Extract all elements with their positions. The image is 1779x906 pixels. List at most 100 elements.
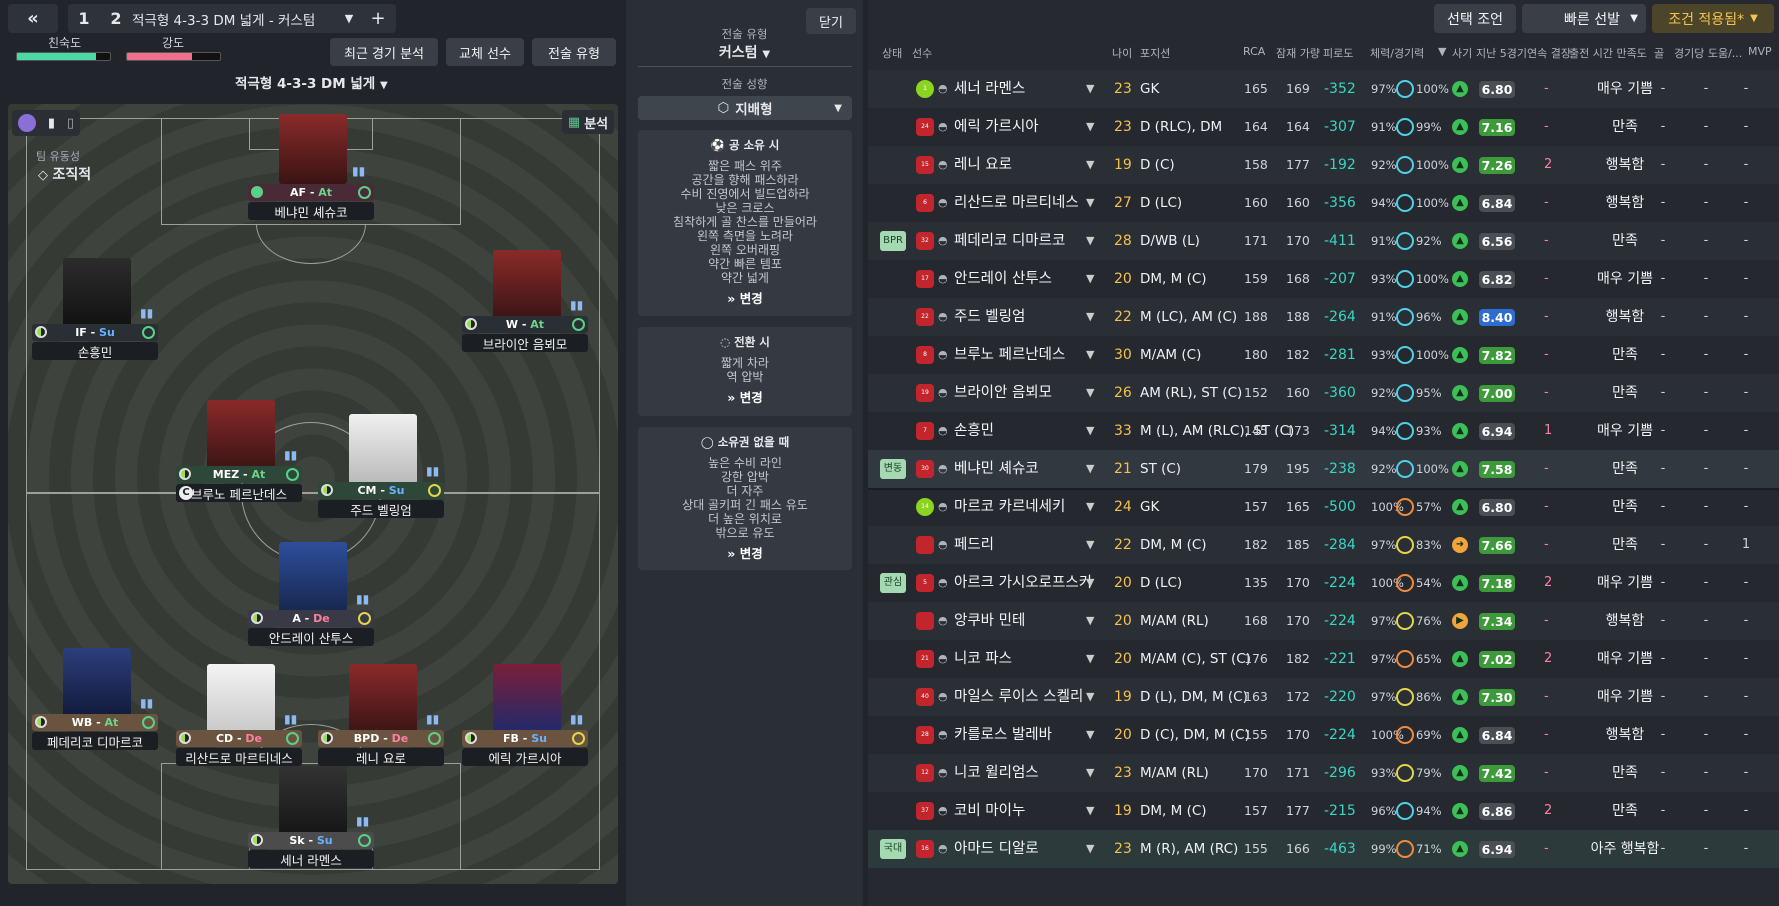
- table-row[interactable]: 28 ◓ 카를로스 발레바 ▼ 20 D (C), DM, M (C) 155 170 -224…: [868, 716, 1779, 754]
- player-name[interactable]: 리산드로 마르티네스: [954, 184, 1079, 222]
- stats-icon[interactable]: ▯: [67, 116, 74, 131]
- analysis-button[interactable]: ▦ 분석: [562, 110, 614, 134]
- chevron-down-icon[interactable]: ▼: [1086, 792, 1094, 830]
- player-card-w[interactable]: W - At 브라이안 음뵈모 ▮▮: [462, 250, 588, 356]
- mentality-selector[interactable]: ⬡ 지배형 ▼: [638, 96, 852, 120]
- player-card-cm[interactable]: CM - Su 주드 벨링엄 ▮▮: [318, 414, 444, 520]
- header-player[interactable]: 선수: [912, 45, 932, 61]
- player-card-bpd[interactable]: BPD - De 레니 요로 ▮▮: [318, 664, 444, 770]
- table-row[interactable]: 변동 30 ◓ 베냐민 셰슈코 ▼ 21 ST (C) 179 195 -238 92% 100% ▲ 7…: [868, 450, 1779, 488]
- table-row[interactable]: 21 ◓ 니코 파스 ▼ 20 M/AM (C), ST (C) 176 182 -221 97%…: [868, 640, 1779, 678]
- header-rca[interactable]: RCA: [1243, 45, 1265, 58]
- chevron-down-icon[interactable]: ▼: [1438, 45, 1446, 58]
- player-name[interactable]: 니코 파스: [954, 640, 1012, 678]
- player-name[interactable]: 앙쿠바 민테: [954, 602, 1025, 640]
- tactic-tab-1[interactable]: 1: [68, 9, 100, 28]
- chevron-down-icon[interactable]: ▼: [1086, 488, 1094, 526]
- selection-advice-button[interactable]: 선택 조언: [1434, 4, 1516, 33]
- chevron-down-icon[interactable]: ▼: [1086, 108, 1094, 146]
- person-icon[interactable]: [17, 114, 36, 132]
- chevron-down-icon[interactable]: ▼: [1086, 640, 1094, 678]
- header-mvp[interactable]: MVP: [1748, 45, 1772, 58]
- table-row[interactable]: 7 ◓ 손흥민 ▼ 33 M (L), AM (RLC), ST (C) 145 173 -31…: [868, 412, 1779, 450]
- header-satisfaction[interactable]: 출전 시간 만족도: [1569, 45, 1647, 61]
- tactic-style-button[interactable]: 전술 유형: [532, 38, 616, 66]
- header-streak[interactable]: 연속 결장: [1527, 45, 1571, 61]
- player-name[interactable]: 안드레이 산투스: [954, 260, 1052, 298]
- player-name[interactable]: 아마드 디알로: [954, 830, 1039, 868]
- player-name[interactable]: 카를로스 발레바: [954, 716, 1052, 754]
- quick-pick-button[interactable]: 빠른 선발 ▼: [1522, 4, 1646, 33]
- table-row[interactable]: 24 ◓ 에릭 가르시아 ▼ 23 D (RLC), DM 164 164 -307 91% 99%…: [868, 108, 1779, 146]
- header-age[interactable]: 나이: [1112, 45, 1132, 61]
- table-row[interactable]: 14 ◓ 마르코 카르네세키 ▼ 24 GK 157 165 -500 100% 57% ▲ 6.80-…: [868, 488, 1779, 526]
- player-card-mez[interactable]: MEZ - At 브루노 페르난데스 C ▮▮: [176, 400, 302, 506]
- chevron-down-icon[interactable]: ▼: [1086, 146, 1094, 184]
- player-name[interactable]: 레니 요로: [954, 146, 1012, 184]
- back-button[interactable]: «: [8, 4, 58, 33]
- chevron-down-icon[interactable]: ▼: [1086, 602, 1094, 640]
- player-name[interactable]: 페드리: [954, 526, 994, 564]
- tactic-title[interactable]: 적극형 4-3-3 DM 넓게 - 커스텀: [132, 9, 338, 29]
- filter-button[interactable]: 조건 적용됨* ▼: [1652, 4, 1774, 33]
- header-morale[interactable]: 사기: [1452, 45, 1472, 61]
- player-name[interactable]: 베냐민 셰슈코: [954, 450, 1039, 488]
- tactic-type-selector[interactable]: 커스텀 ▼: [626, 42, 863, 62]
- player-name[interactable]: 코비 마이누: [954, 792, 1025, 830]
- player-name[interactable]: 마르코 카르네세키: [954, 488, 1065, 526]
- header-last5[interactable]: 지난 5경기: [1476, 45, 1527, 61]
- player-name[interactable]: 마일스 루이스 스켈리: [954, 678, 1083, 716]
- player-card-af[interactable]: AF - At 베냐민 셰슈코 ▮▮: [248, 114, 374, 220]
- player-card-cd[interactable]: CD - De 리산드로 마르티네스 ▮▮: [176, 664, 302, 770]
- header-potential[interactable]: 잠재 가량: [1276, 45, 1320, 61]
- chevron-down-icon[interactable]: ▼: [1086, 184, 1094, 222]
- player-name[interactable]: 주드 벨링엄: [954, 298, 1025, 336]
- chevron-down-icon[interactable]: ▼: [1086, 450, 1094, 488]
- player-name[interactable]: 브라이안 음뵈모: [954, 374, 1052, 412]
- player-name[interactable]: 페데리코 디마르코: [954, 222, 1065, 260]
- player-name[interactable]: 세너 라멘스: [954, 70, 1025, 108]
- table-row[interactable]: ◓ 페드리 ▼ 22 DM, M (C) 182 185 -284 97% 83% ➜ 7.66- 만족…: [868, 526, 1779, 564]
- chevron-down-icon[interactable]: ▼: [1086, 412, 1094, 450]
- chevron-down-icon[interactable]: ▼: [338, 12, 360, 25]
- table-row[interactable]: 37 ◓ 코비 마이누 ▼ 19 DM, M (C) 157 177 -215 96% 94% ▲ 6.…: [868, 792, 1779, 830]
- header-assists[interactable]: 경기당 도움/...: [1674, 45, 1744, 61]
- chevron-down-icon[interactable]: ▼: [1086, 564, 1094, 602]
- table-row[interactable]: ◓ 앙쿠바 민테 ▼ 20 M/AM (RL) 168 170 -224 97% 76% ▶ 7.34…: [868, 602, 1779, 640]
- header-goals[interactable]: 골: [1654, 45, 1664, 61]
- header-position[interactable]: 포지션: [1140, 45, 1170, 61]
- table-row[interactable]: BPR 32 ◓ 페데리코 디마르코 ▼ 28 D/WB (L) 171 170 -411 91% 9…: [868, 222, 1779, 260]
- table-row[interactable]: 관심 5 ◓ 아르크 가시오로프스키 ▼ 20 D (LC) 135 170 -224 100% 54…: [868, 564, 1779, 602]
- chevron-down-icon[interactable]: ▼: [1086, 260, 1094, 298]
- chevron-down-icon[interactable]: ▼: [1086, 678, 1094, 716]
- player-card-fb[interactable]: FB - Su 에릭 가르시아 ▮▮: [462, 664, 588, 770]
- bar-chart-icon[interactable]: ▮: [48, 116, 55, 131]
- player-name[interactable]: 니코 윌리엄스: [954, 754, 1039, 792]
- chevron-down-icon[interactable]: ▼: [1086, 336, 1094, 374]
- player-name[interactable]: 에릭 가르시아: [954, 108, 1039, 146]
- tactic-tab-2[interactable]: 2: [100, 9, 132, 28]
- add-tactic-button[interactable]: +: [360, 8, 396, 29]
- chevron-down-icon[interactable]: ▼: [1086, 70, 1094, 108]
- header-status[interactable]: 상태: [882, 45, 902, 61]
- player-card-a[interactable]: A - De 안드레이 산투스 ▮▮: [248, 542, 374, 648]
- player-card-if[interactable]: IF - Su 손흥민 ▮▮: [32, 258, 158, 364]
- change-button[interactable]: » 변경: [638, 391, 852, 405]
- chevron-down-icon[interactable]: ▼: [1086, 374, 1094, 412]
- player-name[interactable]: 손흥민: [954, 412, 994, 450]
- substitutes-button[interactable]: 교체 선수: [446, 38, 524, 66]
- change-button[interactable]: » 변경: [638, 292, 852, 306]
- chevron-down-icon[interactable]: ▼: [1086, 830, 1094, 868]
- change-button[interactable]: » 변경: [638, 547, 852, 561]
- table-row[interactable]: 17 ◓ 안드레이 산투스 ▼ 20 DM, M (C) 159 168 -207 93% 100%…: [868, 260, 1779, 298]
- table-row[interactable]: 1 ◓ 세너 라멘스 ▼ 23 GK 165 169 -352 97% 100% ▲ 6.80- 매우 기…: [868, 70, 1779, 108]
- chevron-down-icon[interactable]: ▼: [1086, 716, 1094, 754]
- chevron-down-icon[interactable]: ▼: [1086, 754, 1094, 792]
- table-row[interactable]: 8 ◓ 브루노 페르난데스 ▼ 30 M/AM (C) 180 182 -281 93% 100% ▲…: [868, 336, 1779, 374]
- chevron-down-icon[interactable]: ▼: [1086, 222, 1094, 260]
- table-row[interactable]: 국대 16 ◓ 아마드 디알로 ▼ 23 M (R), AM (RC) 155 166 -463 9…: [868, 830, 1779, 868]
- table-row[interactable]: 12 ◓ 니코 윌리엄스 ▼ 23 M/AM (RL) 170 171 -296 93% 79% ▲ 7…: [868, 754, 1779, 792]
- table-row[interactable]: 40 ◓ 마일스 루이스 스켈리 ▼ 19 D (L), DM, M (C) 163 172-…: [868, 678, 1779, 716]
- player-name[interactable]: 브루노 페르난데스: [954, 336, 1065, 374]
- chevron-down-icon[interactable]: ▼: [1086, 526, 1094, 564]
